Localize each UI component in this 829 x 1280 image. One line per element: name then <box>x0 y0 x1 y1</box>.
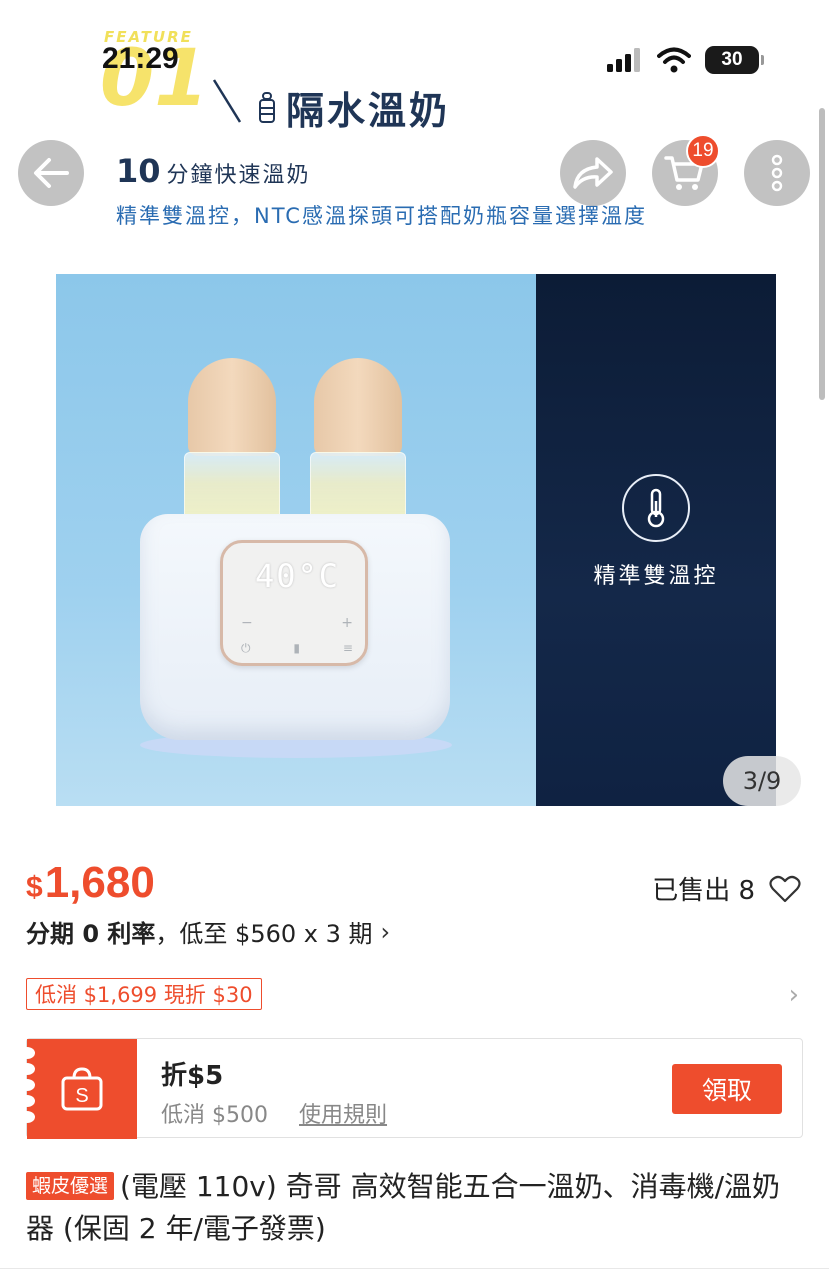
coupon-card: S 折$5 低消 $500 使用規則 領取 <box>19 1038 803 1139</box>
warmer-control-panel: 40°C − + ⏻ ▮ ≡ <box>220 540 368 666</box>
slash-divider <box>212 79 242 123</box>
sold-count-row: 已售出 8 <box>652 870 801 907</box>
voucher-chevron-icon[interactable]: › <box>789 980 799 1010</box>
feature-subtitle-text: 分鐘快速溫奶 <box>166 163 311 188</box>
more-icon <box>771 154 783 192</box>
product-name: (電壓 110v) 奇哥 高效智能五合一溫奶、消毒機/溫奶器 (保固 2 年/電… <box>26 1170 781 1245</box>
share-button[interactable] <box>560 140 626 206</box>
more-options-button[interactable] <box>744 140 810 206</box>
back-button[interactable] <box>18 140 84 206</box>
bottle-left <box>184 358 280 522</box>
product-title: 蝦皮優選 (電壓 110v) 奇哥 高效智能五合一溫奶、消毒機/溫奶器 (保固 2… <box>26 1166 806 1250</box>
panel-bottle-icon: ▮ <box>293 641 301 655</box>
sold-count: 已售出 8 <box>652 876 755 906</box>
battery-icon: 30 <box>705 46 764 74</box>
back-arrow-icon <box>34 158 69 188</box>
panel-icons-row: ⏻ ▮ ≡ <box>241 641 353 656</box>
coupon-discount: 折$5 <box>161 1061 224 1091</box>
feature-subtitle: 10 分鐘快速溫奶 <box>116 152 311 190</box>
svg-text:S: S <box>75 1085 88 1107</box>
coupon-shopee-panel: S <box>19 1039 137 1139</box>
feature-title: 隔水溫奶 <box>256 80 450 135</box>
chevron-right-icon: › <box>380 917 391 946</box>
power-icon: ⏻ <box>241 641 251 655</box>
feature-minutes: 10 <box>116 152 161 190</box>
section-divider <box>0 1268 829 1269</box>
heart-icon[interactable] <box>769 875 801 903</box>
panel-plus: + <box>341 615 353 631</box>
price-amount: 1,680 <box>44 858 155 907</box>
dual-temperature-label: 精準雙溫控 <box>593 564 719 589</box>
installment-detail: ，低至 $560 x 3 期 <box>155 920 373 948</box>
feature-title-text: 隔水溫奶 <box>286 89 451 133</box>
product-image-carousel[interactable]: 01 FEATURE 隔水溫奶 10 分鐘快速溫奶 精準雙溫控，NTC感溫探頭可… <box>0 0 829 830</box>
temperature-readout: 40°C <box>255 557 341 595</box>
feature-description: 精準雙溫控，NTC感溫探頭可搭配奶瓶容量選擇溫度 <box>116 204 647 228</box>
coupon-rules-link[interactable]: 使用規則 <box>299 1097 387 1129</box>
panel-minus: − <box>241 615 253 631</box>
cart-button[interactable]: 19 <box>652 134 720 206</box>
installment-info[interactable]: 分期 0 利率 ，低至 $560 x 3 期 › <box>26 914 390 949</box>
wifi-icon <box>657 47 691 73</box>
preferred-seller-badge: 蝦皮優選 <box>26 1172 115 1200</box>
price-currency: $ <box>26 871 43 904</box>
shop-voucher-tag[interactable]: 低消 $1,699 現折 $30 <box>26 978 262 1010</box>
shopee-bag-icon: S <box>61 1067 103 1111</box>
image-page-indicator: 3/9 <box>723 756 801 806</box>
scrollbar[interactable] <box>819 108 825 400</box>
menu-lines-icon: ≡ <box>342 641 353 655</box>
installment-zero-rate: 分期 0 利率 <box>26 920 156 948</box>
status-time: 21:29 <box>102 42 179 75</box>
coupon-min-spend: 低消 $500 <box>161 1103 268 1128</box>
signal-icon <box>607 48 640 72</box>
panel-buttons-row: − + <box>241 615 353 631</box>
bottle-right <box>310 358 406 522</box>
cart-count-badge: 19 <box>686 134 720 168</box>
product-photo: 40°C − + ⏻ ▮ ≡ 精準雙溫控 <box>56 274 776 806</box>
baby-bottle-icon <box>259 91 275 123</box>
thermometer-icon <box>622 474 690 542</box>
share-icon <box>573 157 613 189</box>
claim-coupon-button[interactable]: 領取 <box>672 1064 782 1114</box>
product-price: $ 1,680 <box>26 858 155 908</box>
status-icons: 30 <box>607 46 764 74</box>
